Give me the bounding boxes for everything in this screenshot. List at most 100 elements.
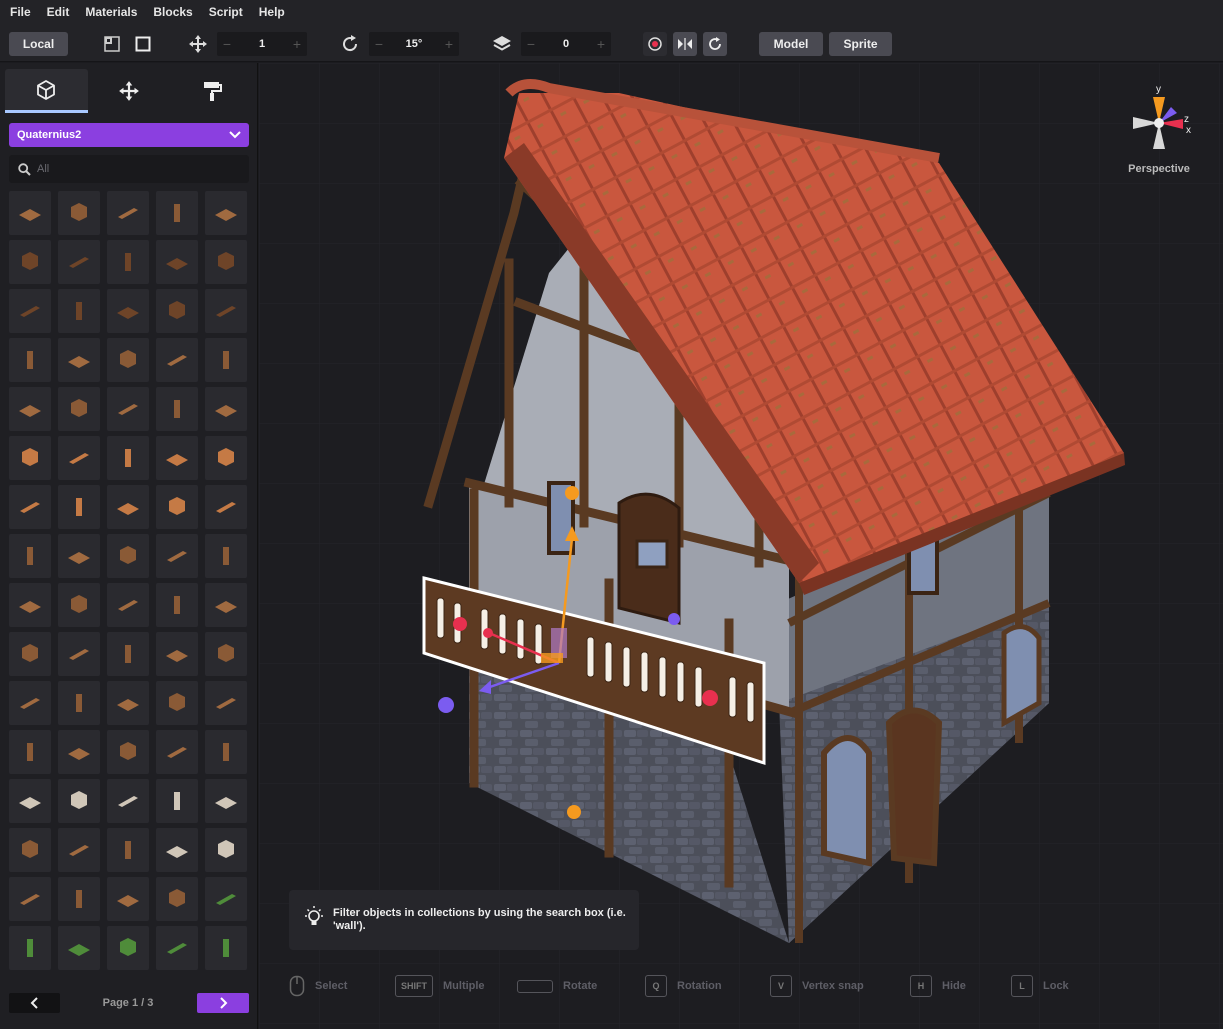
block-thumbnail[interactable] [205, 730, 247, 774]
block-thumbnail[interactable] [58, 877, 100, 921]
3d-viewport[interactable]: y z x Perspective Filter objects in coll… [259, 63, 1223, 1029]
block-thumbnail[interactable] [9, 485, 51, 529]
block-thumbnail[interactable] [58, 240, 100, 284]
block-thumbnail[interactable] [58, 828, 100, 872]
block-thumbnail[interactable] [9, 926, 51, 970]
block-thumbnail[interactable] [205, 877, 247, 921]
block-thumbnail[interactable] [58, 730, 100, 774]
block-thumbnail[interactable] [9, 730, 51, 774]
view-orientation-gizmo[interactable]: y z x Perspective [1121, 83, 1197, 183]
decrement-icon[interactable]: − [521, 32, 541, 56]
block-thumbnail[interactable] [156, 534, 198, 578]
block-thumbnail[interactable] [205, 240, 247, 284]
block-thumbnail[interactable] [205, 534, 247, 578]
block-thumbnail[interactable] [9, 387, 51, 431]
search-input[interactable] [37, 160, 237, 178]
block-thumbnail[interactable] [156, 387, 198, 431]
block-thumbnail[interactable] [9, 632, 51, 676]
tab-transform[interactable] [87, 69, 171, 113]
block-thumbnail[interactable] [107, 877, 149, 921]
block-thumbnail[interactable] [9, 436, 51, 480]
move-step-value[interactable]: 1 [237, 38, 287, 50]
block-thumbnail[interactable] [107, 191, 149, 235]
menu-help[interactable]: Help [251, 0, 293, 24]
block-thumbnail[interactable] [107, 485, 149, 529]
block-thumbnail[interactable] [58, 534, 100, 578]
block-thumbnail[interactable] [107, 436, 149, 480]
block-thumbnail[interactable] [156, 240, 198, 284]
local-space-button[interactable]: Local [9, 32, 68, 56]
block-thumbnail[interactable] [58, 436, 100, 480]
collection-dropdown[interactable]: Quaternius2 [9, 123, 249, 147]
block-thumbnail[interactable] [156, 877, 198, 921]
block-thumbnail[interactable] [58, 338, 100, 382]
block-thumbnail[interactable] [107, 828, 149, 872]
menu-blocks[interactable]: Blocks [145, 0, 200, 24]
block-thumbnail[interactable] [156, 485, 198, 529]
block-thumbnail[interactable] [156, 632, 198, 676]
block-thumbnail[interactable] [9, 877, 51, 921]
rotate-step-value[interactable]: 15° [389, 38, 439, 50]
move-step-stepper[interactable]: − 1 + [217, 32, 307, 56]
snap-grid-icon[interactable] [100, 32, 124, 56]
block-thumbnail[interactable] [9, 338, 51, 382]
block-thumbnail[interactable] [205, 583, 247, 627]
block-thumbnail[interactable] [107, 730, 149, 774]
view-mode-label[interactable]: Perspective [1121, 163, 1197, 175]
rotate-step-stepper[interactable]: − 15° + [369, 32, 459, 56]
menu-script[interactable]: Script [201, 0, 251, 24]
record-icon[interactable] [643, 32, 667, 56]
menu-edit[interactable]: Edit [39, 0, 78, 24]
sprite-button[interactable]: Sprite [829, 32, 892, 56]
block-thumbnail[interactable] [9, 289, 51, 333]
block-thumbnail[interactable] [107, 289, 149, 333]
block-thumbnail[interactable] [205, 387, 247, 431]
block-thumbnail[interactable] [205, 828, 247, 872]
increment-icon[interactable]: + [439, 32, 459, 56]
layer-stepper[interactable]: − 0 + [521, 32, 611, 56]
block-thumbnail[interactable] [205, 632, 247, 676]
block-thumbnail[interactable] [107, 240, 149, 284]
block-thumbnail[interactable] [58, 485, 100, 529]
previous-page-button[interactable] [9, 993, 60, 1013]
block-thumbnail[interactable] [107, 338, 149, 382]
tab-blocks[interactable] [5, 69, 88, 113]
block-thumbnail[interactable] [9, 779, 51, 823]
block-thumbnail[interactable] [58, 632, 100, 676]
block-thumbnail[interactable] [9, 240, 51, 284]
block-thumbnail[interactable] [205, 681, 247, 725]
block-thumbnail[interactable] [156, 583, 198, 627]
block-thumbnail[interactable] [156, 926, 198, 970]
block-thumbnail[interactable] [107, 926, 149, 970]
block-thumbnail[interactable] [58, 387, 100, 431]
block-thumbnail[interactable] [58, 926, 100, 970]
block-thumbnail[interactable] [58, 289, 100, 333]
model-button[interactable]: Model [759, 32, 823, 56]
block-thumbnail[interactable] [205, 485, 247, 529]
block-thumbnail[interactable] [107, 681, 149, 725]
block-thumbnail[interactable] [58, 779, 100, 823]
menu-file[interactable]: File [2, 0, 39, 24]
block-thumbnail[interactable] [107, 779, 149, 823]
block-thumbnail[interactable] [9, 828, 51, 872]
next-page-button[interactable] [197, 993, 249, 1013]
block-thumbnail[interactable] [156, 681, 198, 725]
block-thumbnail[interactable] [58, 681, 100, 725]
block-thumbnail[interactable] [205, 779, 247, 823]
decrement-icon[interactable]: − [369, 32, 389, 56]
block-thumbnail[interactable] [205, 338, 247, 382]
block-thumbnail[interactable] [156, 828, 198, 872]
increment-icon[interactable]: + [591, 32, 611, 56]
reset-icon[interactable] [703, 32, 727, 56]
block-thumbnail[interactable] [156, 779, 198, 823]
block-thumbnail[interactable] [9, 583, 51, 627]
mirror-icon[interactable] [673, 32, 697, 56]
block-thumbnail[interactable] [156, 436, 198, 480]
block-thumbnail[interactable] [156, 730, 198, 774]
block-thumbnail[interactable] [156, 191, 198, 235]
snap-bounds-icon[interactable] [131, 32, 155, 56]
block-thumbnail[interactable] [58, 583, 100, 627]
increment-icon[interactable]: + [287, 32, 307, 56]
block-thumbnail[interactable] [9, 191, 51, 235]
block-thumbnail[interactable] [205, 191, 247, 235]
